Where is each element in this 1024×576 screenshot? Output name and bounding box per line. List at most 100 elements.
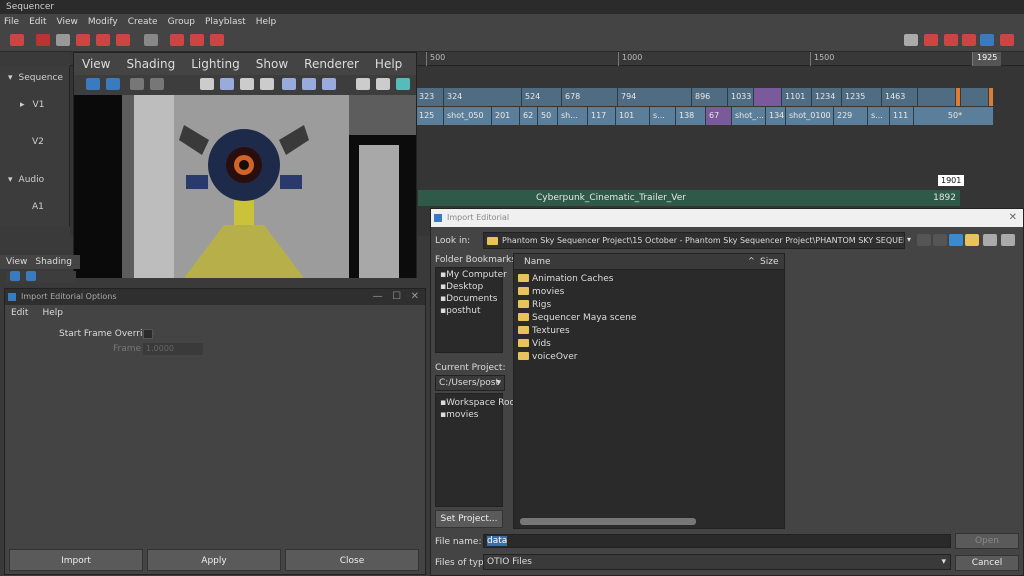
shot-clip[interactable]: s... [868,107,890,125]
apply-button[interactable]: Apply [147,549,281,571]
column-name[interactable]: Name [524,257,551,267]
grid-toggle-icon[interactable] [240,78,254,90]
delete-shot-icon[interactable] [116,34,130,46]
open-button[interactable]: Open [955,533,1019,549]
import-button[interactable]: Import [9,549,143,571]
isolate-icon[interactable] [302,78,316,90]
shot-start[interactable]: 323 [416,88,444,106]
paint-icon[interactable] [322,78,336,90]
audio-clip[interactable]: Cyberpunk_Cinematic_Trailer_Ver 1892 [418,190,960,206]
menu-modify[interactable]: Modify [88,17,118,27]
back-icon[interactable] [917,234,931,246]
bookmark-icon[interactable] [260,78,274,90]
shot-clip[interactable]: 117 [588,107,616,125]
track-v1-label[interactable]: ▸ V1 [20,100,44,110]
shot-marker[interactable] [989,88,994,106]
vp-menu-show[interactable]: Show [256,57,288,71]
shot-clip[interactable]: 125 [416,107,444,125]
shot-blank[interactable] [961,88,989,106]
bookmark-item[interactable]: ▪My Computer [440,270,507,280]
shot-clip[interactable]: shot_0100 [786,107,834,125]
current-project-combo[interactable]: C:/Users/post ▾ [435,375,505,391]
track-sequence-label[interactable]: ▾ Sequence [8,73,63,83]
shot-start[interactable]: 324 [444,88,522,106]
join-icon[interactable] [96,34,110,46]
shot-clip[interactable]: 201 [492,107,520,125]
shot-end[interactable]: 524 [522,88,562,106]
folder-item[interactable]: Textures [518,326,570,336]
ripple-icon[interactable] [190,34,204,46]
up-folder-icon[interactable] [949,234,963,246]
close-button[interactable]: Close [285,549,419,571]
menu-playblast[interactable]: Playblast [205,17,246,27]
vp-menu-shading[interactable]: Shading [126,57,175,71]
add-shot-icon[interactable] [10,34,24,46]
project-item[interactable]: ▪movies [440,410,478,420]
vp2-menu-view[interactable]: View [6,257,27,267]
camera-icon[interactable] [924,34,938,46]
frame-icon[interactable] [36,34,50,46]
current-frame-marker[interactable]: 1925 [972,52,1002,66]
lock-icon[interactable] [962,34,976,46]
file-name-input[interactable]: data [483,534,951,548]
camera-icon[interactable] [200,78,214,90]
files-of-type-combo[interactable]: OTIO Files ▾ [483,554,951,570]
link-icon[interactable] [210,34,224,46]
combo-arrow-icon[interactable]: ▾ [907,235,911,244]
snap-icon[interactable] [170,34,184,46]
viewport-canvas[interactable] [74,95,416,278]
frame-field[interactable]: 1.0000 [143,343,203,355]
bookmarks-list[interactable]: ▪My Computer ▪Desktop ▪Documents ▪posthu… [435,267,507,353]
shot-clip[interactable]: 101 [616,107,650,125]
new-folder-icon[interactable] [965,234,979,246]
smooth-shade-icon[interactable] [150,78,164,90]
shot-blank[interactable] [918,88,956,106]
film-gate-icon[interactable] [396,78,410,90]
shot-end[interactable]: 1033 [728,88,754,106]
settings-icon[interactable] [1000,34,1014,46]
cancel-button[interactable]: Cancel [955,555,1019,571]
shot-start[interactable]: 896 [692,88,728,106]
frame-all-icon[interactable] [26,271,36,281]
menu-create[interactable]: Create [128,17,158,27]
wireframe-icon[interactable] [130,78,144,90]
list-view-icon[interactable] [983,234,997,246]
shot-clip[interactable]: 138 [676,107,706,125]
shot-clip[interactable]: 62 [520,107,538,125]
vp-menu-view[interactable]: View [82,57,110,71]
select-camera-icon[interactable] [10,271,20,281]
column-size[interactable]: Size [760,257,778,267]
grid-icon[interactable] [356,78,370,90]
bookmark-item[interactable]: ▪Documents [440,294,497,304]
xray-icon[interactable] [282,78,296,90]
vp-menu-renderer[interactable]: Renderer [304,57,359,71]
start-frame-checkbox[interactable] [143,329,153,339]
split-icon[interactable] [76,34,90,46]
shot-start[interactable]: 1235 [842,88,882,106]
shot-highlight[interactable] [754,88,782,106]
lights-icon[interactable] [220,78,234,90]
vp-menu-lighting[interactable]: Lighting [191,57,240,71]
playback-icon[interactable] [144,34,158,46]
shot-clip[interactable]: 134 [766,107,786,125]
menu-file[interactable]: File [4,17,19,27]
shot-end[interactable]: 794 [618,88,692,106]
horizontal-scrollbar[interactable] [520,518,696,525]
sync-icon[interactable] [944,34,958,46]
project-item[interactable]: ▪Workspace Root [440,398,519,408]
shot-clip[interactable]: 229 [834,107,868,125]
shot-clip-selected[interactable]: 67 [706,107,732,125]
track-v2-label[interactable]: V2 [32,137,44,147]
folder-item[interactable]: Animation Caches [518,274,613,284]
vp2-menu-shading[interactable]: Shading [35,257,72,267]
bookmark-item[interactable]: ▪posthut [440,306,480,316]
window-controls[interactable]: — ☐ ✕ [373,289,419,305]
track-a1-label[interactable]: A1 [32,202,44,212]
shot-clip[interactable]: shot_050 [444,107,492,125]
folder-item[interactable]: Rigs [518,300,551,310]
mute-icon[interactable] [56,34,70,46]
folder-item[interactable]: Vids [518,339,551,349]
close-icon[interactable]: ✕ [1009,209,1017,227]
project-tree[interactable]: ▪Workspace Root ▪movies [435,393,519,507]
set-project-button[interactable]: Set Project... [435,510,503,528]
